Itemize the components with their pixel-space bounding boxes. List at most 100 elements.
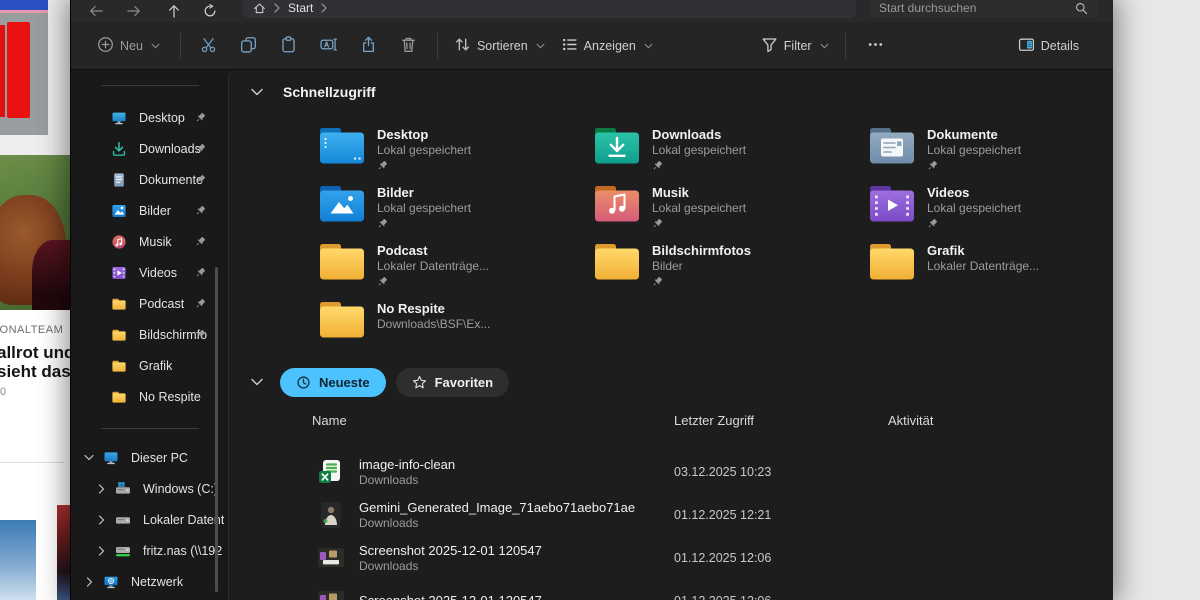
filter-button[interactable]: Filter (753, 30, 837, 62)
file-accessed-date: 03.12.2025 10:23 (674, 465, 771, 479)
cut-button[interactable] (189, 30, 229, 62)
chevron-right-icon (95, 546, 107, 556)
back-button[interactable] (83, 1, 109, 21)
sidebar-item-no-respite[interactable]: No Respite (71, 381, 228, 412)
sidebar-tree: Dieser PC Windows (C:) Lokaler Datent fr… (71, 442, 228, 597)
list-column-headers: Name Letzter Zugriff Aktivität (229, 413, 1113, 433)
more-options-button[interactable] (856, 30, 896, 62)
sidebar-item-musik[interactable]: Musik (71, 226, 228, 257)
details-button[interactable]: Details (1010, 30, 1087, 62)
paste-button[interactable] (269, 30, 309, 62)
pin-icon (377, 218, 388, 229)
tile-grafik[interactable]: Grafik Lokaler Datenträge... (867, 241, 1113, 299)
file-accessed-date: 01.12.2025 12:06 (674, 551, 771, 565)
drive-windows-icon (115, 481, 131, 497)
tile-videos[interactable]: Videos Lokal gespeichert (867, 183, 1113, 241)
folder-icon (111, 389, 127, 405)
chevron-right-icon (95, 484, 107, 494)
address-bar[interactable]: Start (243, 0, 856, 18)
tree-item-dieser-pc[interactable]: Dieser PC (71, 442, 228, 473)
section-title: Schnellzugriff (283, 84, 376, 100)
tree-item-netzwerk[interactable]: Netzwerk (71, 566, 228, 597)
details-pane-icon (1018, 36, 1035, 56)
tile-no-respite[interactable]: No Respite Downloads\BSF\Ex... (317, 299, 592, 357)
collapse-chevron-icon[interactable] (249, 88, 265, 96)
file-row-screenshot-2025-12-01-120547[interactable]: Screenshot 2025-12-01 120547 01.12.2025 … (229, 579, 1113, 600)
column-header-activity[interactable]: Aktivität (888, 413, 934, 428)
forward-button[interactable] (121, 1, 147, 21)
divider (845, 33, 846, 59)
divider (101, 85, 199, 86)
tile-desktop[interactable]: Desktop Lokal gespeichert (317, 125, 592, 183)
divider (0, 462, 64, 463)
collapse-chevron-icon[interactable] (249, 378, 265, 386)
navigation-bar: Start Start durchsuchen (71, 0, 1113, 22)
tile-dokumente[interactable]: Dokumente Lokal gespeichert (867, 125, 1113, 183)
file-accessed-date: 01.12.2025 12:06 (674, 594, 771, 600)
tree-item-fritz-nas-192[interactable]: fritz.nas (\\192 (71, 535, 228, 566)
chevron-right-icon (83, 577, 95, 587)
rename-icon (320, 36, 337, 56)
sidebar-item-grafik[interactable]: Grafik (71, 350, 228, 381)
file-row-gemini-generated-image-71aebo71aebo71ae[interactable]: Gemini_Generated_Image_71aebo71aebo71ae … (229, 493, 1113, 536)
pin-icon (652, 276, 663, 287)
sidebar-pinned-list: Desktop Downloads Dokumente Bilder Musik… (71, 102, 228, 412)
sort-arrows-icon (454, 36, 471, 56)
tile-downloads[interactable]: Downloads Lokal gespeichert (592, 125, 867, 183)
up-button[interactable] (161, 1, 187, 21)
music-icon (111, 234, 127, 250)
excel-icon (317, 458, 345, 486)
sort-button[interactable]: Sortieren (446, 30, 553, 62)
column-header-name[interactable]: Name (312, 413, 347, 428)
up-arrow-icon (167, 4, 181, 18)
rename-button[interactable] (309, 30, 349, 62)
new-button[interactable]: Neu (89, 30, 168, 62)
sidebar-item-dokumente[interactable]: Dokumente (71, 164, 228, 195)
view-button[interactable]: Anzeigen (553, 30, 661, 62)
back-icon (89, 4, 103, 18)
drive-network-icon (115, 543, 131, 559)
command-bar: Neu Sortieren Anzeigen Filter (71, 22, 1113, 70)
file-row-screenshot-2025-12-01-120547[interactable]: Screenshot 2025-12-01 120547 Downloads 0… (229, 536, 1113, 579)
quick-access-header: Schnellzugriff (229, 80, 376, 104)
sidebar-item-videos[interactable]: Videos (71, 257, 228, 288)
tab-favoriten[interactable]: Favoriten (396, 368, 510, 397)
sidebar-item-desktop[interactable]: Desktop (71, 102, 228, 133)
sidebar-item-bildschirmfo[interactable]: Bildschirmfo (71, 319, 228, 350)
tile-podcast[interactable]: Podcast Lokaler Datenträge... (317, 241, 592, 299)
folder-icon (111, 327, 127, 343)
sidebar-scrollbar[interactable] (215, 267, 218, 592)
folder-plain-icon (867, 241, 917, 283)
desktop-folder-icon (317, 125, 367, 167)
documents-icon (111, 172, 127, 188)
file-row-image-info-clean[interactable]: image-info-clean Downloads 03.12.2025 10… (229, 450, 1113, 493)
downloads-folder-icon (592, 125, 642, 167)
main-pane: Schnellzugriff Desktop Lokal gespeichert… (228, 70, 1113, 600)
tile-bilder[interactable]: Bilder Lokal gespeichert (317, 183, 592, 241)
delete-button[interactable] (389, 30, 429, 62)
pin-icon (195, 329, 206, 340)
column-header-accessed[interactable]: Letzter Zugriff (674, 413, 754, 428)
sidebar-item-podcast[interactable]: Podcast (71, 288, 228, 319)
breadcrumb[interactable]: Start (288, 1, 313, 15)
sidebar-item-downloads[interactable]: Downloads (71, 133, 228, 164)
drive-icon (115, 512, 131, 528)
pictures-icon (111, 203, 127, 219)
image-screenshot-icon (317, 544, 345, 572)
search-input[interactable]: Start durchsuchen (869, 0, 1098, 18)
tile-musik[interactable]: Musik Lokal gespeichert (592, 183, 867, 241)
news-image-sky (0, 520, 36, 600)
window-content: Desktop Downloads Dokumente Bilder Musik… (71, 70, 1113, 600)
refresh-button[interactable] (197, 1, 223, 21)
share-button[interactable] (349, 30, 389, 62)
copy-button[interactable] (229, 30, 269, 62)
image-gemini-icon (317, 501, 345, 529)
sidebar-item-bilder[interactable]: Bilder (71, 195, 228, 226)
tree-item-windows-c[interactable]: Windows (C:) (71, 473, 228, 504)
pin-icon (195, 174, 206, 185)
tab-neueste[interactable]: Neueste (280, 368, 386, 397)
tree-item-lokaler-datent[interactable]: Lokaler Datent (71, 504, 228, 535)
chevron-right-icon (95, 515, 107, 525)
divider (437, 33, 438, 59)
tile-bildschirmfotos[interactable]: Bildschirmfotos Bilder (592, 241, 867, 299)
